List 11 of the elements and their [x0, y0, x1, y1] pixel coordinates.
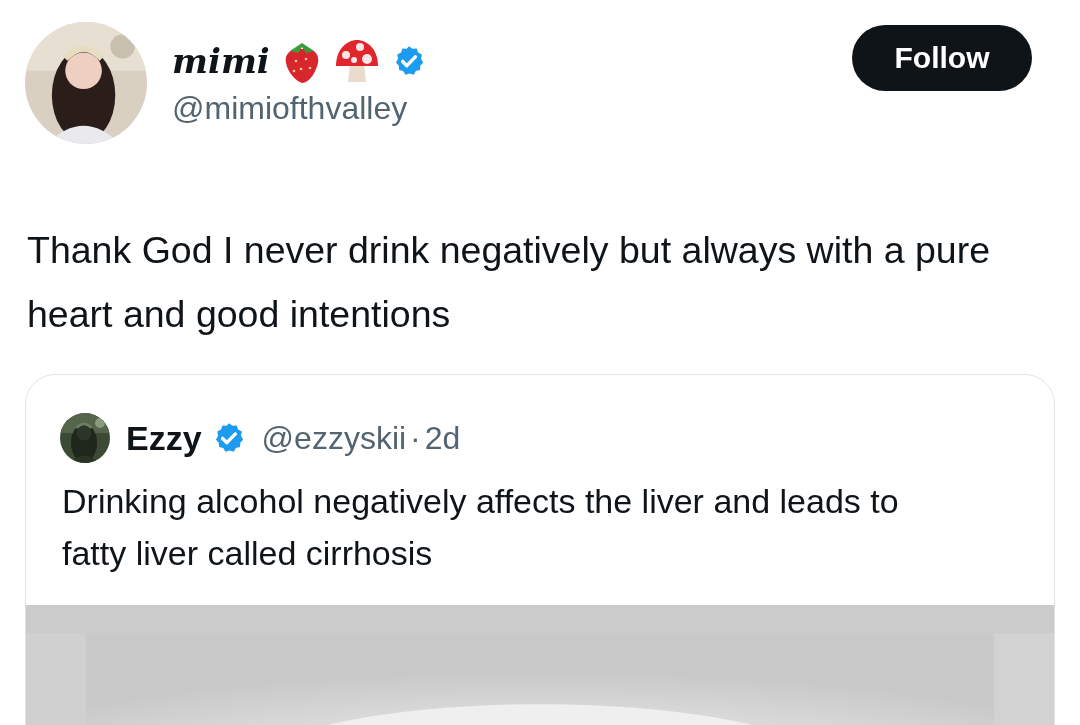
quoted-tweet-text: Drinking alcohol negatively affects the liver and leads to fatty liver called cirrhosis	[62, 481, 900, 574]
quoted-tweet-card[interactable]: Ezzy @ezzyskii·2d Drinking alcohol negatively affects the liver and leads to fatty liver called cirrhosis	[25, 374, 1055, 725]
separator-dot: ·	[410, 419, 421, 457]
tweet-text: Thank God I never drink negatively but always with a pure heart and good intentions	[27, 228, 991, 337]
post-time: 2d	[424, 419, 461, 457]
user-handle[interactable]: @mimiofthvalley	[172, 90, 827, 127]
mushroom-icon	[333, 38, 380, 84]
display-name: Ezzy	[126, 418, 202, 458]
user-handle[interactable]: @ezzyskii	[261, 419, 407, 457]
follow-button[interactable]: Follow	[852, 25, 1032, 91]
display-name: mimi	[172, 41, 270, 81]
